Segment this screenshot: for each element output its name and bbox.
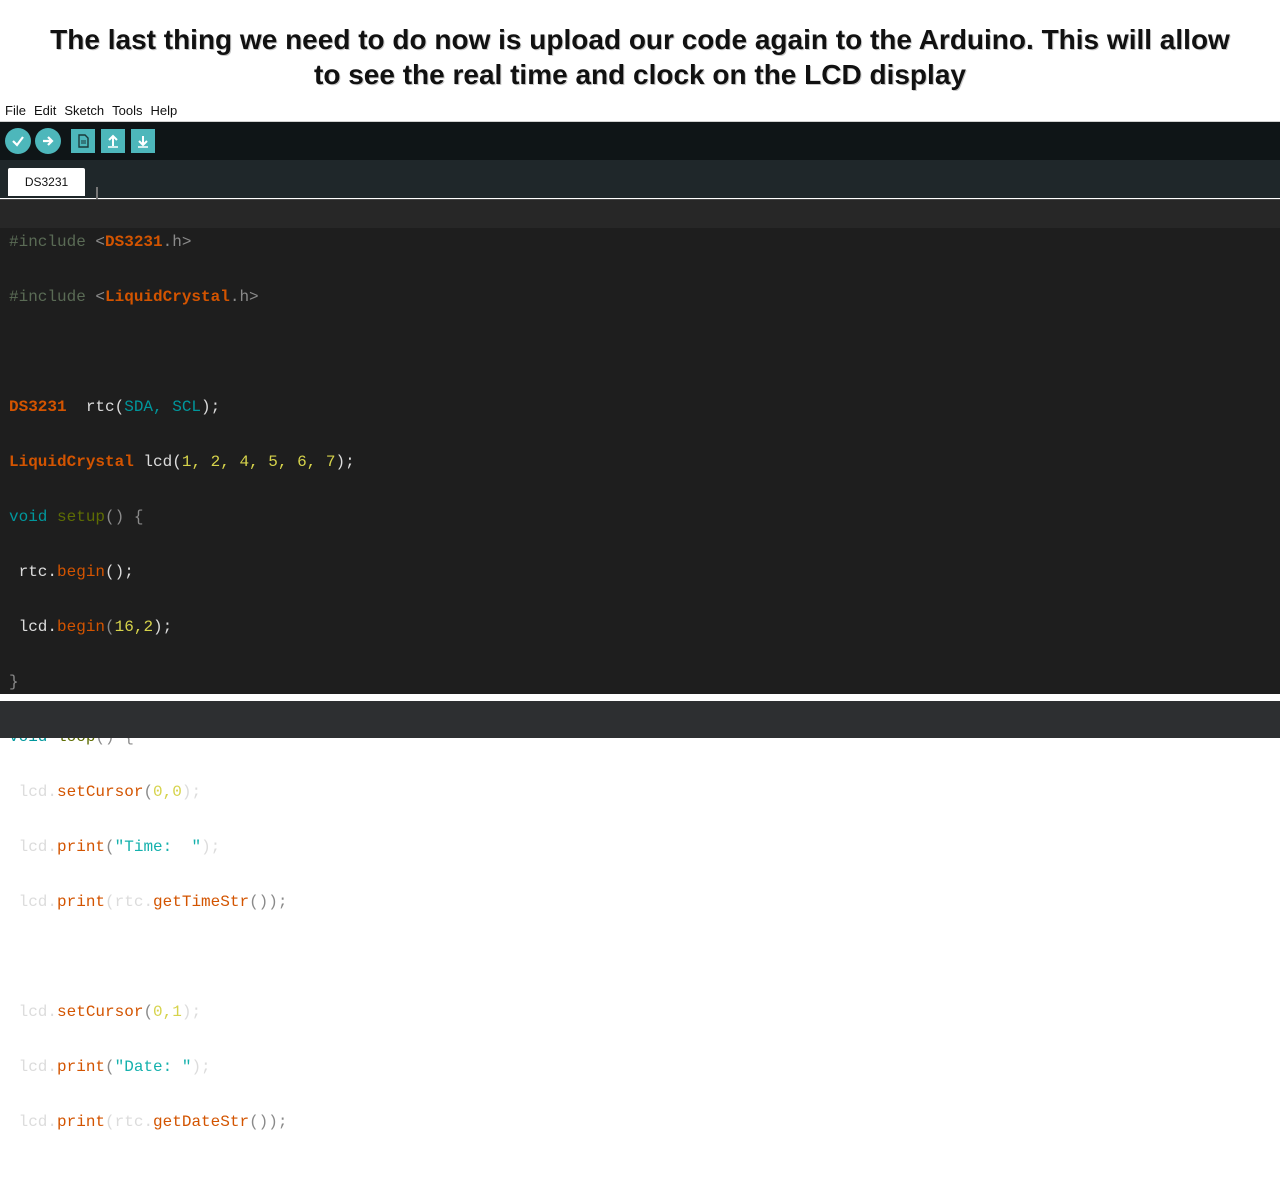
caption-line-2: to see the real time and clock on the LC… bbox=[314, 59, 966, 90]
verify-button[interactable] bbox=[5, 128, 31, 154]
code-line: lcd.setCursor(0,0); bbox=[9, 782, 202, 801]
menu-bar: File Edit Sketch Tools Help bbox=[0, 100, 1280, 122]
code-editor[interactable]: #include <DS3231.h> #include <LiquidCrys… bbox=[0, 199, 1280, 1131]
console-area bbox=[0, 701, 1280, 738]
arrow-down-icon bbox=[138, 136, 148, 148]
save-button[interactable] bbox=[131, 129, 155, 153]
code-line: lcd.begin(16,2); bbox=[9, 617, 173, 636]
code-line: lcd.print(rtc.getDateStr()); bbox=[9, 1112, 288, 1131]
upload-button[interactable] bbox=[35, 128, 61, 154]
video-caption: The last thing we need to do now is uplo… bbox=[0, 22, 1280, 92]
menu-tools[interactable]: Tools bbox=[107, 103, 145, 118]
menu-file[interactable]: File bbox=[0, 103, 29, 118]
code-line: LiquidCrystal lcd(1, 2, 4, 5, 6, 7); bbox=[9, 452, 355, 471]
code-line: lcd.print(rtc.getTimeStr()); bbox=[9, 892, 288, 911]
new-sketch-button[interactable] bbox=[71, 129, 95, 153]
check-icon bbox=[12, 136, 24, 147]
menu-help[interactable]: Help bbox=[145, 103, 180, 118]
code-line: void setup() { bbox=[9, 507, 144, 526]
code-line: lcd.print("Time: "); bbox=[9, 837, 221, 856]
toolbar bbox=[0, 122, 1280, 160]
open-button[interactable] bbox=[101, 129, 125, 153]
editor-divider[interactable] bbox=[0, 694, 1280, 701]
menu-sketch[interactable]: Sketch bbox=[59, 103, 107, 118]
new-file-icon bbox=[78, 134, 89, 148]
tab-ds3231[interactable]: DS3231 bbox=[8, 168, 85, 196]
arrow-right-icon bbox=[43, 136, 54, 146]
code-line: #include <DS3231.h> bbox=[9, 232, 192, 251]
caption-line-1: The last thing we need to do now is uplo… bbox=[50, 24, 1230, 55]
code-line: lcd.setCursor(0,1); bbox=[9, 1002, 202, 1021]
code-line: rtc.begin(); bbox=[9, 562, 134, 581]
code-line: lcd.print("Date: "); bbox=[9, 1057, 211, 1076]
menu-edit[interactable]: Edit bbox=[29, 103, 59, 118]
code-line: } bbox=[9, 672, 19, 691]
code-line: DS3231 rtc(SDA, SCL); bbox=[9, 397, 221, 416]
tab-bar bbox=[0, 160, 1280, 198]
code-line: #include <LiquidCrystal.h> bbox=[9, 287, 259, 306]
arrow-up-icon bbox=[108, 134, 118, 148]
